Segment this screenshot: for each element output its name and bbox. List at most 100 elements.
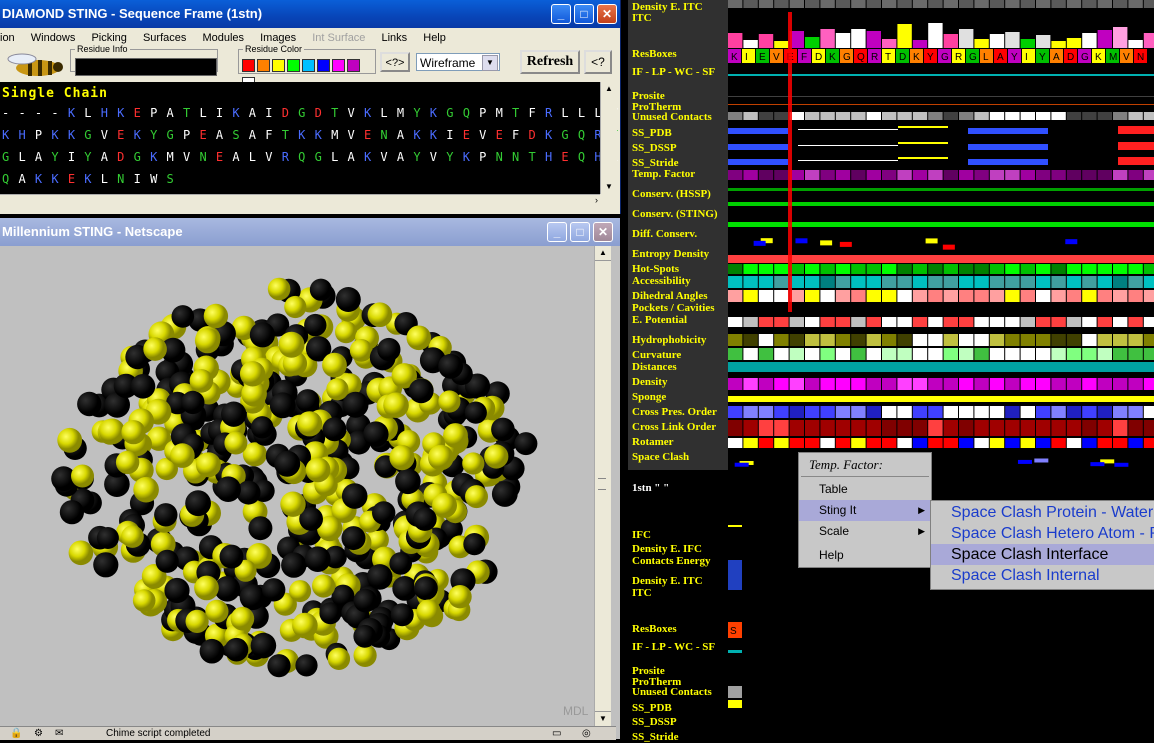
- menu-item-modules[interactable]: Modules: [202, 32, 244, 44]
- track-label[interactable]: Conserv. (HSSP): [632, 188, 711, 200]
- track-label[interactable]: Contacts Energy: [632, 555, 711, 567]
- menu-item-picking[interactable]: Picking: [91, 32, 126, 44]
- scroll-down-icon[interactable]: ▼: [601, 180, 617, 194]
- color-swatch[interactable]: [287, 59, 300, 72]
- color-swatch[interactable]: [347, 59, 360, 72]
- track-label[interactable]: Curvature: [632, 349, 681, 361]
- submenu-item-space-clash-protein-water[interactable]: Space Clash Protein - Water: [931, 502, 1154, 523]
- netscape-vertical-scrollbar[interactable]: ▲ ▼: [594, 246, 611, 726]
- contact-cell: [835, 112, 851, 120]
- track-label[interactable]: Unused Contacts: [632, 686, 712, 698]
- color-swatch[interactable]: [257, 59, 270, 72]
- menu-item-links[interactable]: Links: [382, 32, 408, 44]
- menu-item-int-surface[interactable]: Int Surface: [312, 32, 365, 44]
- track-label[interactable]: SS_DSSP: [632, 142, 677, 154]
- track-label[interactable]: Unused Contacts: [632, 111, 712, 123]
- scroll-thumb-grip-icon[interactable]: [598, 478, 606, 490]
- submenu-item-space-clash-hetero-atom-protein[interactable]: Space Clash Hetero Atom - Protein: [931, 523, 1154, 544]
- maximize-icon[interactable]: □: [570, 222, 590, 242]
- track-label[interactable]: Cross Link Order: [632, 421, 716, 433]
- hydrophobicity-cell: [789, 334, 804, 346]
- track-label[interactable]: Density E. IFC: [632, 543, 702, 555]
- sequence-display[interactable]: Single Chain - - - - K L H K E P A T L I…: [0, 82, 684, 194]
- feature-track-canvas[interactable]: KIEVEFDKGQRTDKYGRGLAYIYADGKMVNS: [728, 0, 1154, 739]
- track-label[interactable]: Accessibility: [632, 275, 691, 287]
- track-label[interactable]: Rotamer: [632, 436, 674, 448]
- track-label[interactable]: IF - LP - WC - SF: [632, 66, 715, 78]
- menu-item-table[interactable]: Table: [799, 479, 931, 500]
- color-help-button[interactable]: <?>: [380, 52, 410, 72]
- track-label[interactable]: IF - LP - WC - SF: [632, 641, 715, 653]
- minimize-icon[interactable]: _: [547, 222, 567, 242]
- track-label[interactable]: Cross Pres. Order: [632, 406, 717, 418]
- scroll-down-icon[interactable]: ▼: [595, 711, 611, 726]
- context-menu-header: Temp. Factor:: [809, 457, 883, 472]
- netscape-titlebar[interactable]: Millennium STING - Netscape _ □ ✕: [0, 218, 620, 246]
- close-icon[interactable]: ✕: [593, 222, 613, 242]
- track-label[interactable]: ResBoxes: [632, 48, 677, 60]
- menu-item-help[interactable]: Help: [423, 32, 446, 44]
- color-swatch[interactable]: [332, 59, 345, 72]
- dihedral-cell: [1036, 290, 1051, 302]
- molecule-viewer[interactable]: [0, 246, 594, 726]
- track-label[interactable]: Entropy Density: [632, 248, 709, 260]
- track-label[interactable]: Dihedral Angles: [632, 290, 707, 302]
- scroll-up-icon[interactable]: ▲: [601, 82, 617, 96]
- track-label[interactable]: Pockets / Cavities: [632, 302, 714, 314]
- menu-item-help[interactable]: Help: [799, 545, 931, 566]
- submenu-item-space-clash-internal[interactable]: Space Clash Internal: [931, 565, 1154, 586]
- component-bar-icon[interactable]: ▭: [552, 727, 561, 740]
- track-label[interactable]: Space Clash: [632, 451, 689, 463]
- track-label[interactable]: Density E. ITC: [632, 575, 703, 587]
- density-row-cell: [1020, 378, 1035, 390]
- menu-item-sting-it[interactable]: Sting It ▶: [799, 500, 931, 521]
- minimize-icon[interactable]: _: [551, 4, 571, 24]
- itc-bar: [743, 40, 758, 48]
- helix-bar: [968, 128, 1048, 134]
- menu-item-options[interactable]: ion: [0, 32, 15, 44]
- menu-item-windows[interactable]: Windows: [31, 32, 76, 44]
- track-label[interactable]: SS_PDB: [632, 702, 672, 714]
- maximize-icon[interactable]: □: [574, 4, 594, 24]
- color-swatch[interactable]: [272, 59, 285, 72]
- submenu-item-space-clash-interface[interactable]: Space Clash Interface: [931, 544, 1154, 565]
- sequence-window-titlebar[interactable]: DIAMOND STING - Sequence Frame (1stn) _ …: [0, 0, 620, 28]
- menu-item-scale[interactable]: Scale ▶: [799, 521, 931, 542]
- help-button[interactable]: <?: [584, 50, 612, 74]
- track-label[interactable]: Distances: [632, 361, 677, 373]
- track-label[interactable]: Conserv. (STING): [632, 208, 718, 220]
- scroll-right-icon[interactable]: ›: [595, 195, 598, 205]
- density-row-cell: [1082, 378, 1097, 390]
- track-label[interactable]: IFC: [632, 529, 651, 541]
- track-label[interactable]: Hydrophobicity: [632, 334, 706, 346]
- track-label[interactable]: Density: [632, 376, 667, 388]
- sequence-vertical-scrollbar[interactable]: ▲ ▼: [600, 82, 617, 194]
- track-label[interactable]: ITC: [632, 587, 652, 599]
- refresh-button[interactable]: Refresh: [520, 50, 580, 74]
- resbox-letter: I: [1025, 52, 1028, 63]
- track-label[interactable]: SS_Stride: [632, 731, 678, 743]
- track-label[interactable]: Diff. Conserv.: [632, 228, 697, 240]
- track-label[interactable]: Sponge: [632, 391, 666, 403]
- close-icon[interactable]: ✕: [597, 4, 617, 24]
- track-label[interactable]: SS_PDB: [632, 127, 672, 139]
- chevron-down-icon[interactable]: ▼: [482, 55, 498, 71]
- sequence-horizontal-scrollbar[interactable]: ›: [0, 194, 600, 209]
- track-label[interactable]: SS_DSSP: [632, 716, 677, 728]
- scroll-up-icon[interactable]: ▲: [595, 246, 611, 261]
- track-label[interactable]: ResBoxes: [632, 623, 677, 635]
- density-row-cell: [851, 378, 866, 390]
- temp-factor-cell: [1005, 170, 1020, 180]
- menu-item-images[interactable]: Images: [260, 32, 296, 44]
- rotamer-cell: [774, 438, 789, 448]
- track-label[interactable]: E. Potential: [632, 314, 687, 326]
- render-mode-select[interactable]: Wireframe ▼: [416, 53, 500, 71]
- density-cell: [805, 0, 820, 8]
- color-swatch[interactable]: [242, 59, 255, 72]
- track-label[interactable]: Temp. Factor: [632, 168, 695, 180]
- track-label[interactable]: Hot-Spots: [632, 263, 679, 275]
- menu-item-surfaces[interactable]: Surfaces: [143, 32, 186, 44]
- color-swatch[interactable]: [302, 59, 315, 72]
- color-swatch[interactable]: [317, 59, 330, 72]
- track-label[interactable]: ITC: [632, 12, 652, 24]
